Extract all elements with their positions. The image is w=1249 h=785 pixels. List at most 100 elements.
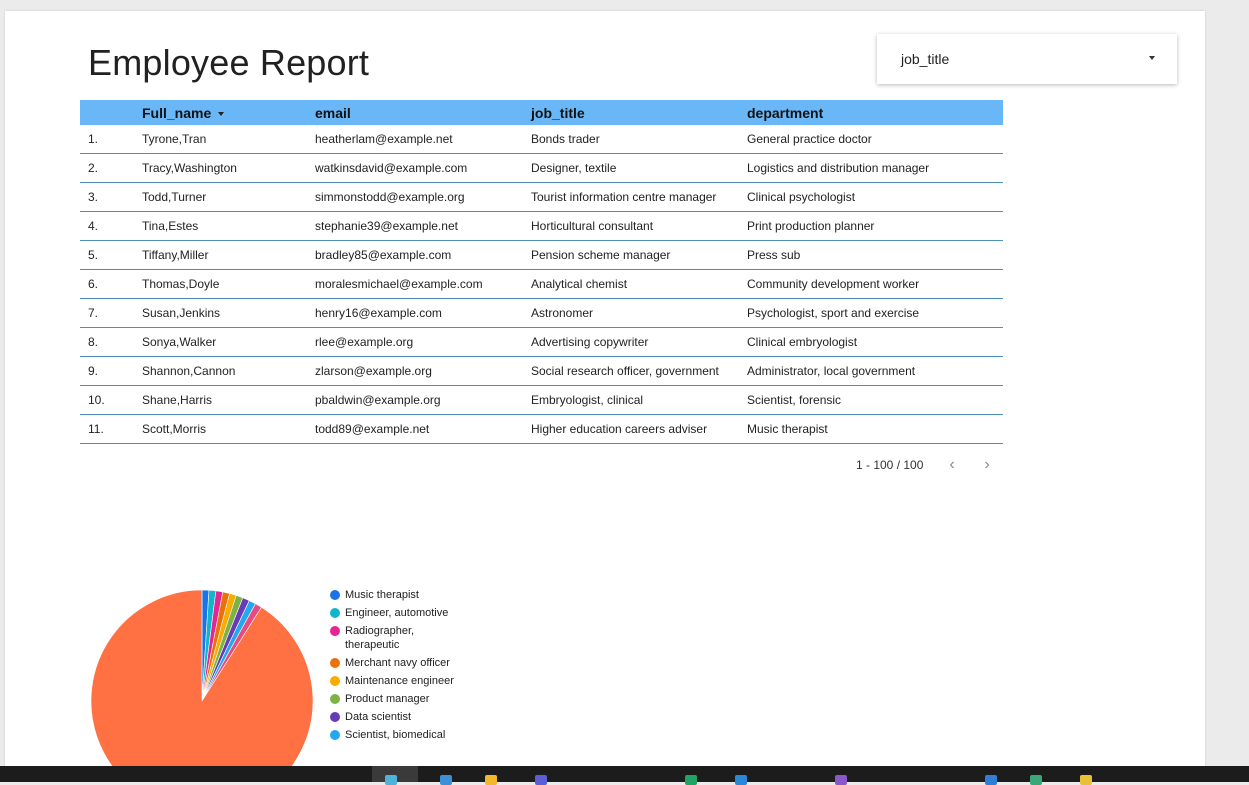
legend-label: Maintenance engineer: [345, 675, 454, 687]
page-title: Employee Report: [88, 42, 370, 83]
browser-icon[interactable]: [385, 775, 397, 785]
table-row[interactable]: 4. Tina,Estes stephanie39@example.net Horti…: [80, 211, 1003, 241]
legend-swatch: [330, 626, 340, 636]
header-email[interactable]: email: [315, 100, 531, 125]
os-taskbar: [0, 766, 1249, 785]
legend-swatch: [330, 694, 340, 704]
prev-page-button[interactable]: ‹: [945, 456, 959, 474]
pagination-range: 1 - 100 / 100: [856, 458, 924, 472]
job-title-cell: Higher education careers adviser: [531, 414, 747, 444]
department-cell: General practice doctor: [747, 125, 1003, 154]
email-cell: pbaldwin@example.org: [315, 385, 531, 415]
chevron-left-icon: ‹: [949, 456, 955, 473]
app-icon[interactable]: [535, 775, 547, 785]
app-icon[interactable]: [735, 775, 747, 785]
legend-item[interactable]: Product manager: [330, 692, 465, 706]
department-cell: Clinical embryologist: [747, 327, 1003, 357]
table-row[interactable]: 7. Susan,Jenkins henry16@example.com Astron…: [80, 298, 1003, 328]
header-department[interactable]: department: [747, 100, 1003, 125]
full-name-cell: Shane,Harris: [142, 385, 315, 415]
header-full-name-label: Full_name: [142, 104, 212, 121]
table-row[interactable]: 11. Scott,Morris todd89@example.net Higher …: [80, 414, 1003, 444]
full-name-cell: Scott,Morris: [142, 414, 315, 444]
job-title-cell: Analytical chemist: [531, 269, 747, 299]
folder-icon[interactable]: [485, 775, 497, 785]
department-cell: Clinical psychologist: [747, 182, 1003, 212]
email-cell: simmonstodd@example.org: [315, 182, 531, 212]
full-name-cell: Tiffany,Miller: [142, 240, 315, 270]
row-index: 6.: [80, 269, 142, 299]
app-icon[interactable]: [835, 775, 847, 785]
table-row[interactable]: 1. Tyrone,Tran heatherlam@example.net Bonds…: [80, 125, 1003, 154]
email-cell: moralesmichael@example.com: [315, 269, 531, 299]
legend-item[interactable]: Maintenance engineer: [330, 674, 465, 688]
pie-slice-9[interactable]: [90, 589, 314, 766]
legend-swatch: [330, 676, 340, 686]
full-name-cell: Tracy,Washington: [142, 153, 315, 183]
legend-label: Music therapist: [345, 589, 419, 601]
department-cell: Community development worker: [747, 269, 1003, 299]
legend-label: Merchant navy officer: [345, 657, 450, 669]
next-page-button[interactable]: ›: [980, 457, 994, 474]
legend-swatch: [330, 730, 340, 740]
email-cell: watkinsdavid@example.com: [315, 153, 531, 183]
row-index: 8.: [80, 327, 142, 357]
legend-label: Data scientist: [345, 711, 412, 723]
job-title-cell: Embryologist, clinical: [531, 385, 747, 415]
legend-item[interactable]: Engineer, automotive: [330, 606, 465, 620]
table-row[interactable]: 5. Tiffany,Miller bradley85@example.com Pen…: [80, 240, 1003, 270]
full-name-cell: Sonya,Walker: [142, 327, 315, 357]
app-icon[interactable]: [440, 775, 452, 785]
table-row[interactable]: 3. Todd,Turner simmonstodd@example.org Tour…: [80, 182, 1003, 212]
department-cell: Logistics and distribution manager: [747, 153, 1003, 183]
job-title-pie-chart: [90, 589, 314, 766]
email-cell: rlee@example.org: [315, 327, 531, 357]
full-name-cell: Todd,Turner: [142, 182, 315, 212]
filter-label: job_title: [901, 51, 950, 67]
table-row[interactable]: 6. Thomas,Doyle moralesmichael@example.com…: [80, 269, 1003, 299]
row-index: 4.: [80, 211, 142, 241]
row-index: 10.: [80, 385, 142, 415]
legend-label: Radiographer, therapeutic: [345, 625, 415, 651]
legend-label: Engineer, automotive: [345, 607, 449, 619]
app-icon[interactable]: [1030, 775, 1042, 785]
department-cell: Psychologist, sport and exercise: [747, 298, 1003, 328]
legend-label: Scientist, biomedical: [345, 729, 446, 741]
table-row[interactable]: 10. Shane,Harris pbaldwin@example.org Embry…: [80, 385, 1003, 415]
department-cell: Press sub: [747, 240, 1003, 270]
legend-item[interactable]: Merchant navy officer: [330, 656, 465, 670]
department-cell: Scientist, forensic: [747, 385, 1003, 415]
app-icon[interactable]: [985, 775, 997, 785]
department-cell: Administrator, local government: [747, 356, 1003, 386]
legend-swatch: [330, 608, 340, 618]
full-name-cell: Shannon,Cannon: [142, 356, 315, 386]
job-title-filter-dropdown[interactable]: job_title: [877, 34, 1177, 84]
legend-item[interactable]: Music therapist: [330, 588, 465, 602]
table-row[interactable]: 8. Sonya,Walker rlee@example.org Advertisin…: [80, 327, 1003, 357]
full-name-cell: Thomas,Doyle: [142, 269, 315, 299]
pie-legend: Music therapist Engineer, automotive Radio…: [330, 588, 465, 746]
row-index: 11.: [80, 414, 142, 444]
email-cell: bradley85@example.com: [315, 240, 531, 270]
table-row[interactable]: 2. Tracy,Washington watkinsdavid@example.c…: [80, 153, 1003, 183]
full-name-cell: Tina,Estes: [142, 211, 315, 241]
row-index: 3.: [80, 182, 142, 212]
employee-table: Full_name email job_title department 1. T…: [80, 100, 1003, 444]
legend-item[interactable]: Data scientist: [330, 710, 465, 724]
app-icon[interactable]: [1080, 775, 1092, 785]
spreadsheet-icon[interactable]: [685, 775, 697, 785]
legend-item[interactable]: Radiographer, therapeutic: [330, 624, 465, 652]
table-row[interactable]: 9. Shannon,Cannon zlarson@example.org Socia…: [80, 356, 1003, 386]
header-index: [80, 100, 142, 125]
job-title-cell: Bonds trader: [531, 125, 747, 154]
report-canvas: Employee Report job_title Full_name emai…: [5, 11, 1205, 766]
department-cell: Music therapist: [747, 414, 1003, 444]
header-full-name[interactable]: Full_name: [142, 100, 315, 125]
legend-swatch: [330, 590, 340, 600]
row-index: 5.: [80, 240, 142, 270]
job-title-cell: Astronomer: [531, 298, 747, 328]
department-cell: Print production planner: [747, 211, 1003, 241]
email-cell: heatherlam@example.net: [315, 125, 531, 154]
legend-item[interactable]: Scientist, biomedical: [330, 728, 465, 742]
header-job-title[interactable]: job_title: [531, 100, 747, 125]
